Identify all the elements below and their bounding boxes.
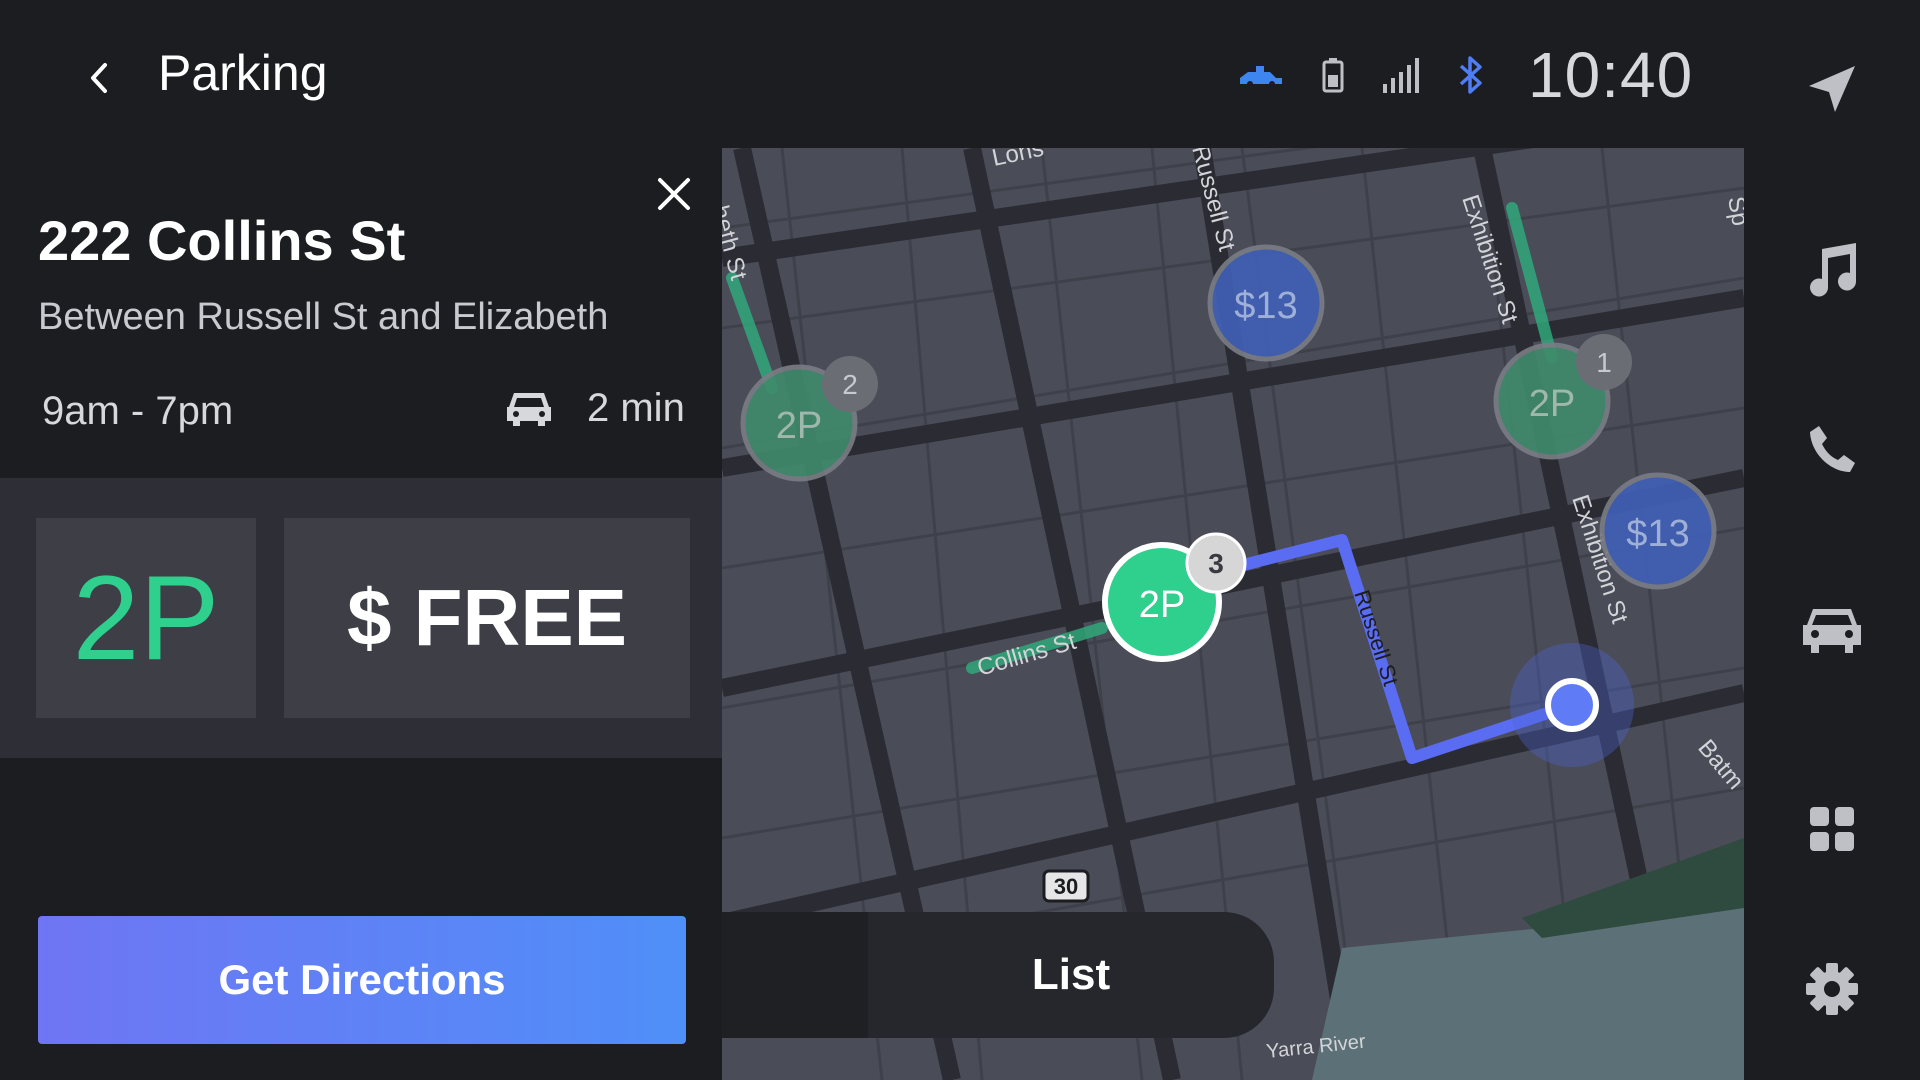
rail-item-phone[interactable]: [1744, 394, 1920, 504]
clock: 10:40: [1528, 39, 1694, 111]
page-title: Parking: [158, 45, 328, 101]
route-shield: 30: [1042, 869, 1090, 903]
close-button[interactable]: [650, 170, 698, 218]
battery-icon: [1322, 58, 1344, 93]
street-label: Batm: [1692, 735, 1744, 795]
parking-marker[interactable]: $13: [1599, 472, 1717, 590]
rail-item-navigation[interactable]: [1744, 34, 1920, 144]
car-connection-icon: [1240, 66, 1282, 87]
settings-gear-icon: [1806, 963, 1858, 1015]
parking-marker[interactable]: $13: [1207, 244, 1325, 362]
nav-rail: [1744, 0, 1920, 1080]
street-label: heth St: [722, 203, 752, 284]
parking-marker-selected[interactable]: 2P 3: [1102, 532, 1247, 662]
svg-text:$13: $13: [1234, 285, 1297, 327]
car-icon: [507, 392, 551, 426]
svg-text:2P: 2P: [1529, 383, 1575, 425]
bluetooth-icon: [1459, 56, 1482, 94]
svg-text:3: 3: [1208, 548, 1224, 579]
svg-text:2P: 2P: [1139, 584, 1185, 626]
street-label: Russell St: [1349, 587, 1403, 689]
svg-text:2: 2: [842, 369, 858, 400]
apps-grid-icon: [1810, 807, 1854, 851]
parking-address: 222 Collins St: [38, 209, 406, 272]
view-toggle-map[interactable]: [722, 912, 868, 1038]
rail-item-apps[interactable]: [1744, 774, 1920, 884]
rail-item-vehicle[interactable]: [1744, 574, 1920, 684]
signal-icon: [1383, 58, 1419, 93]
list-view-button[interactable]: List: [868, 912, 1274, 1038]
price-card: $ FREE: [284, 518, 690, 718]
phone-icon: [1810, 426, 1855, 472]
svg-text:30: 30: [1054, 874, 1078, 899]
svg-text:1: 1: [1596, 347, 1612, 378]
navigation-icon: [1809, 66, 1855, 112]
svg-text:2P: 2P: [776, 405, 822, 447]
close-icon: [658, 178, 690, 210]
parking-hours: 9am - 7pm: [42, 389, 234, 433]
back-button[interactable]: [70, 48, 130, 108]
street-label: Lons: [990, 148, 1047, 172]
car-icon: [1803, 609, 1861, 653]
get-directions-button[interactable]: Get Directions: [38, 916, 686, 1044]
time-limit-card: 2P: [36, 518, 256, 718]
drive-time: 2 min: [505, 386, 685, 431]
rail-item-music[interactable]: [1744, 214, 1920, 324]
current-location-dot: [1545, 678, 1599, 732]
street-label: Russell St: [1186, 148, 1240, 254]
drive-time-label: 2 min: [587, 386, 685, 430]
rail-item-settings[interactable]: [1744, 934, 1920, 1044]
street-label: Sp: [1722, 194, 1744, 228]
chevron-left-icon: [91, 63, 107, 93]
music-icon: [1810, 243, 1857, 297]
parking-marker[interactable]: 2P 1: [1493, 334, 1632, 460]
cross-streets: Between Russell St and Elizabeth: [38, 296, 609, 338]
svg-text:$13: $13: [1626, 513, 1689, 555]
status-bar: 10:40: [1238, 39, 1694, 111]
